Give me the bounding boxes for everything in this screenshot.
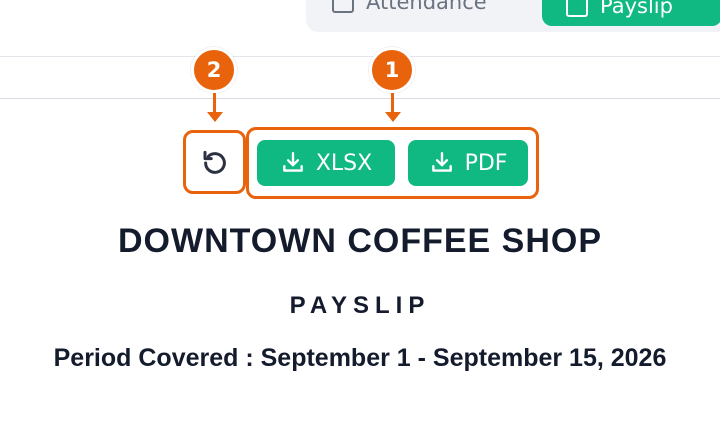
tab-payslip[interactable]: Payslip <box>542 0 720 26</box>
calendar-check-icon <box>332 0 354 13</box>
tab-attendance[interactable]: Attendance <box>332 0 487 18</box>
top-tab-bar: Attendance Payslip <box>306 0 720 32</box>
period-covered: Period Covered : September 1 - September… <box>53 344 667 372</box>
refresh-icon <box>203 150 226 174</box>
divider-bottom <box>0 98 720 99</box>
download-pdf-label: PDF <box>464 150 508 176</box>
download-xlsx-button[interactable]: XLSX <box>257 140 395 186</box>
callout-arrow-2-head <box>207 112 223 122</box>
callout-arrow-2-line <box>213 93 216 113</box>
refresh-button[interactable] <box>196 144 234 182</box>
payslip-screen: Attendance Payslip 2 1 XLSX PDF DOWNTOWN… <box>0 0 720 448</box>
callout-arrow-1-head <box>385 112 401 122</box>
document-title: PAYSLIP <box>289 292 431 319</box>
tab-attendance-label: Attendance <box>366 0 487 14</box>
download-icon <box>282 152 303 172</box>
receipt-icon <box>566 0 588 17</box>
download-icon <box>431 152 452 172</box>
callout-badge-2: 2 <box>191 47 237 93</box>
download-xlsx-label: XLSX <box>315 150 373 176</box>
divider-top <box>0 56 720 57</box>
callout-badge-1: 1 <box>369 47 415 93</box>
tab-payslip-label: Payslip <box>600 0 673 18</box>
company-name: DOWNTOWN COFFEE SHOP <box>117 222 603 260</box>
callout-arrow-1-line <box>391 93 394 113</box>
download-pdf-button[interactable]: PDF <box>408 140 528 186</box>
